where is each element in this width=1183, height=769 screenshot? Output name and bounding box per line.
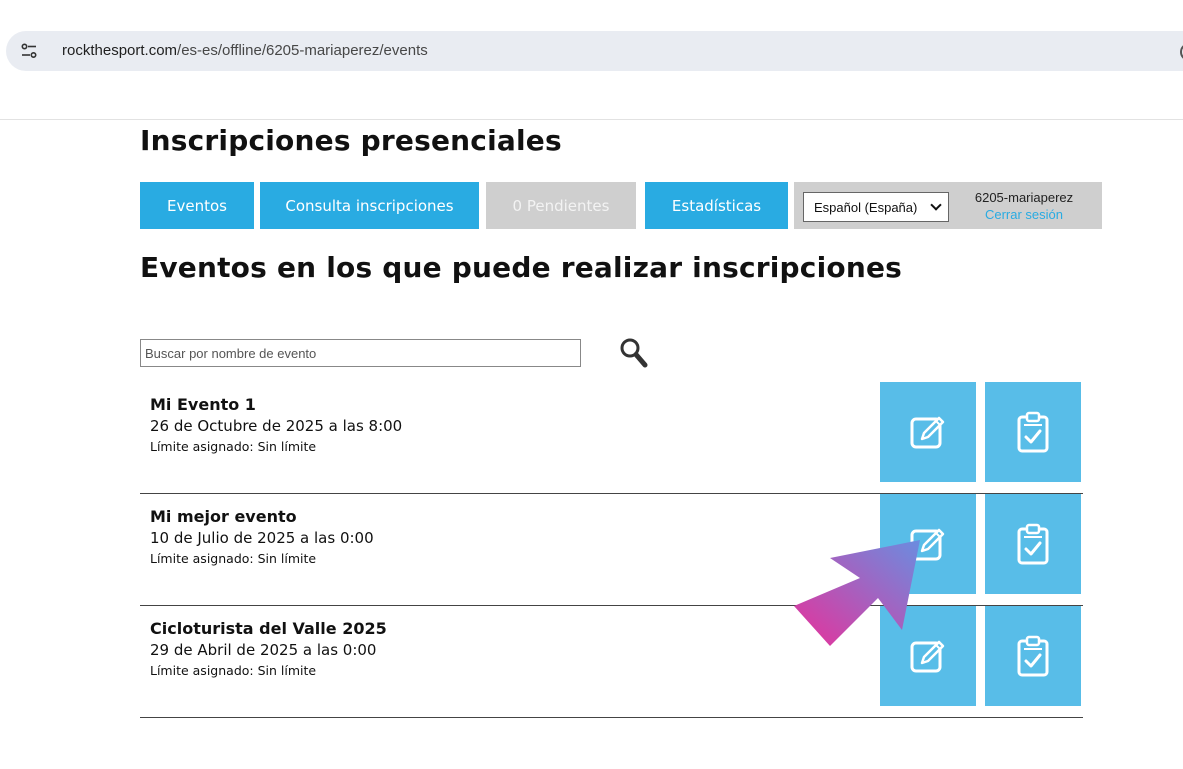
- address-bar[interactable]: rockthesport.com/es-es/offline/6205-mari…: [6, 31, 1183, 71]
- event-date: 29 de Abril de 2025 a las 0:00: [150, 641, 377, 659]
- site-settings-icon[interactable]: [20, 42, 38, 60]
- user-panel: Español (España) 6205-mariaperez Cerrar …: [794, 182, 1102, 229]
- header-divider: [0, 119, 1183, 120]
- event-name: Cicloturista del Valle 2025: [150, 619, 387, 638]
- nav-pending-button[interactable]: 0 Pendientes: [486, 182, 636, 229]
- nav-events-button[interactable]: Eventos: [140, 182, 254, 229]
- event-divider: [140, 717, 1083, 718]
- nav-registrations-button[interactable]: Consulta inscripciones: [260, 182, 479, 229]
- event-limit: Límite asignado: Sin límite: [150, 439, 317, 454]
- pointer-arrow-icon: [794, 540, 920, 646]
- event-limit: Límite asignado: Sin límite: [150, 551, 317, 566]
- chevron-down-icon: [930, 199, 942, 211]
- section-title: Eventos en los que puede realizar inscri…: [140, 251, 903, 284]
- url-text[interactable]: rockthesport.com/es-es/offline/6205-mari…: [62, 31, 428, 71]
- clipboard-check-icon: [1017, 523, 1049, 565]
- clipboard-check-icon: [1017, 635, 1049, 677]
- language-value: Español (España): [814, 199, 918, 215]
- event-name: Mi mejor evento: [150, 507, 297, 526]
- registrations-event-button[interactable]: [985, 606, 1081, 706]
- edit-event-button[interactable]: [880, 382, 976, 482]
- registrations-event-button[interactable]: [985, 382, 1081, 482]
- nav-stats-button[interactable]: Estadísticas: [645, 182, 788, 229]
- url-domain: rockthesport.com: [62, 42, 178, 59]
- event-row: Mi mejor evento 10 de Julio de 2025 a la…: [140, 494, 1083, 606]
- event-limit: Límite asignado: Sin límite: [150, 663, 317, 678]
- event-row: Mi Evento 1 26 de Octubre de 2025 a las …: [140, 382, 1083, 494]
- logout-link[interactable]: Cerrar sesión: [966, 207, 1082, 222]
- search-input[interactable]: [140, 339, 581, 367]
- event-row: Cicloturista del Valle 2025 29 de Abril …: [140, 606, 1083, 718]
- url-path: /es-es/offline/6205-mariaperez/events: [177, 42, 428, 59]
- page-title: Inscripciones presenciales: [140, 124, 562, 157]
- event-name: Mi Evento 1: [150, 395, 256, 414]
- event-date: 26 de Octubre de 2025 a las 8:00: [150, 417, 403, 435]
- language-select[interactable]: Español (España): [803, 192, 949, 222]
- registrations-event-button[interactable]: [985, 494, 1081, 594]
- search-icon[interactable]: [619, 337, 649, 369]
- edit-icon: [910, 416, 945, 449]
- username-label: 6205-mariaperez: [974, 190, 1074, 205]
- event-date: 10 de Julio de 2025 a las 0:00: [150, 529, 374, 547]
- clipboard-check-icon: [1017, 411, 1049, 453]
